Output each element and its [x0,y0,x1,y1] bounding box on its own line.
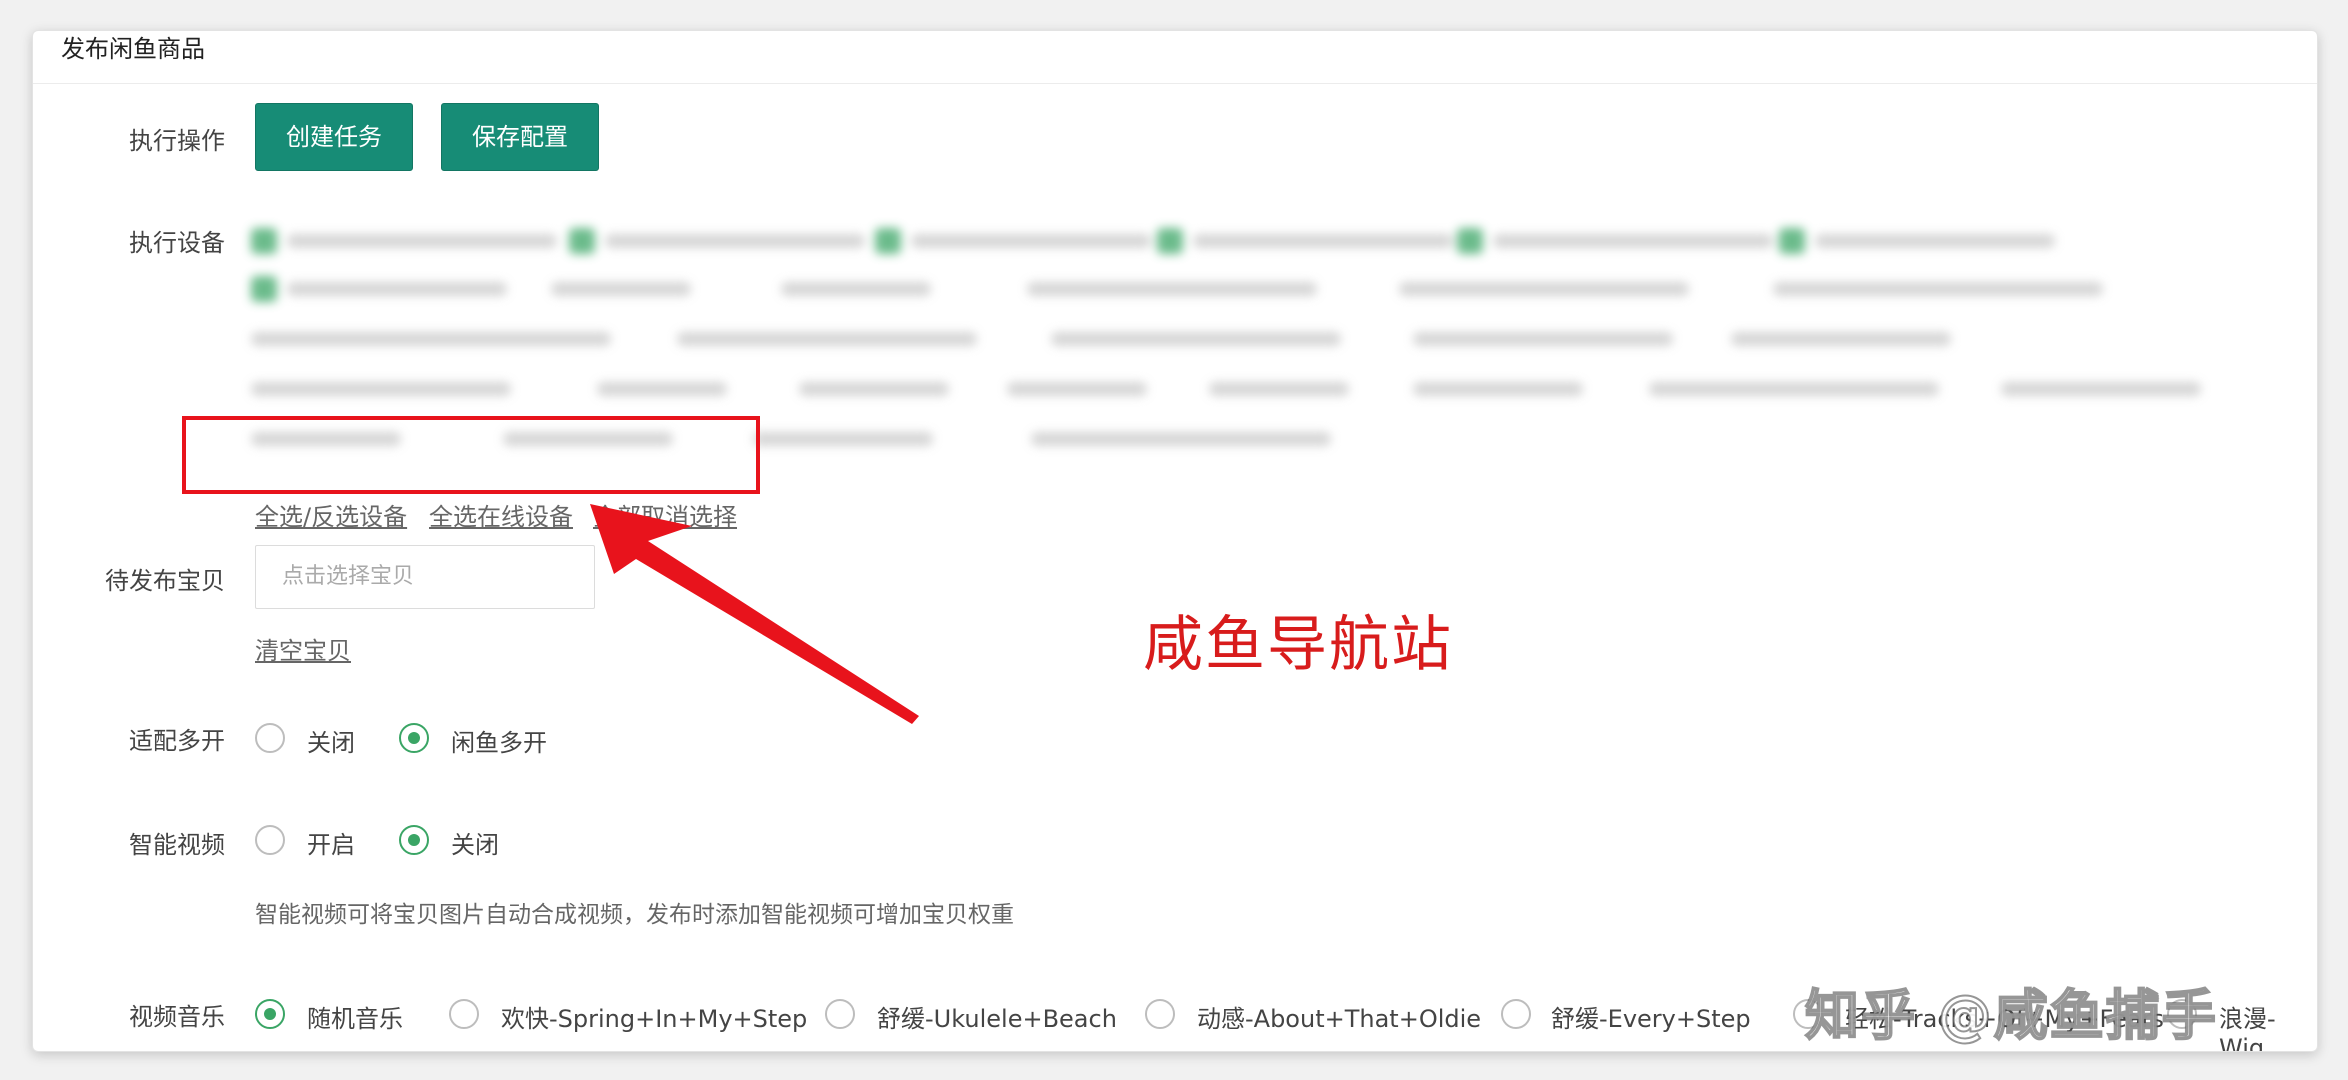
multi-open-xianyu-radio[interactable] [399,723,429,753]
music-ukulele-label: 舒缓-Ukulele+Beach [877,1005,1117,1033]
music-everystep-radio[interactable] [1501,999,1531,1029]
select-items-input[interactable]: 点击选择宝贝 [255,545,595,609]
actions-label: 执行操作 [129,127,225,155]
music-wig-label: 浪漫-Wig [2219,1005,2276,1052]
save-config-button[interactable]: 保存配置 [441,103,599,171]
music-everystep-label: 舒缓-Every+Step [1551,1005,1751,1033]
video-music-label: 视频音乐 [129,1003,225,1031]
create-task-button[interactable]: 创建任务 [255,103,413,171]
smart-video-note: 智能视频可将宝贝图片自动合成视频，发布时添加智能视频可增加宝贝权重 [255,902,1014,928]
multi-open-off-label: 关闭 [307,729,355,757]
music-ukulele-radio[interactable] [825,999,855,1029]
music-spring-radio[interactable] [449,999,479,1029]
smart-video-on-label: 开启 [307,831,355,859]
select-online-devices-link[interactable]: 全选在线设备 [429,497,573,532]
panel-title: 发布闲鱼商品 [61,35,205,63]
publish-panel: 发布闲鱼商品 执行操作 创建任务 保存配置 执行设备 全选/反选设备 全选在线设… [32,30,2318,1052]
select-all-devices-link[interactable]: 全选/反选设备 [255,497,407,532]
music-spring-label: 欢快-Spring+In+My+Step [501,1005,808,1033]
multi-open-label: 适配多开 [129,727,225,755]
zhihu-watermark: 知乎 @咸鱼捕手 [1804,983,2218,1048]
music-oldie-label: 动感-About+That+Oldie [1197,1005,1482,1033]
music-random-label: 随机音乐 [307,1005,403,1033]
smart-video-on-radio[interactable] [255,825,285,855]
devices-label: 执行设备 [129,229,225,257]
multi-open-xianyu-label: 闲鱼多开 [451,729,547,757]
items-label: 待发布宝贝 [105,567,225,595]
smart-video-off-radio[interactable] [399,825,429,855]
smart-video-label: 智能视频 [129,831,225,859]
music-oldie-radio[interactable] [1145,999,1175,1029]
multi-open-off-radio[interactable] [255,723,285,753]
title-divider [33,83,2317,84]
music-random-radio[interactable] [255,999,285,1029]
annotation-highlight-box [182,416,760,494]
clear-items-link[interactable]: 清空宝贝 [255,631,351,666]
deselect-all-devices-link[interactable]: 全部取消选择 [593,497,737,532]
xianyu-watermark: 咸鱼导航站 [1121,591,1475,701]
smart-video-off-label: 关闭 [451,831,499,859]
